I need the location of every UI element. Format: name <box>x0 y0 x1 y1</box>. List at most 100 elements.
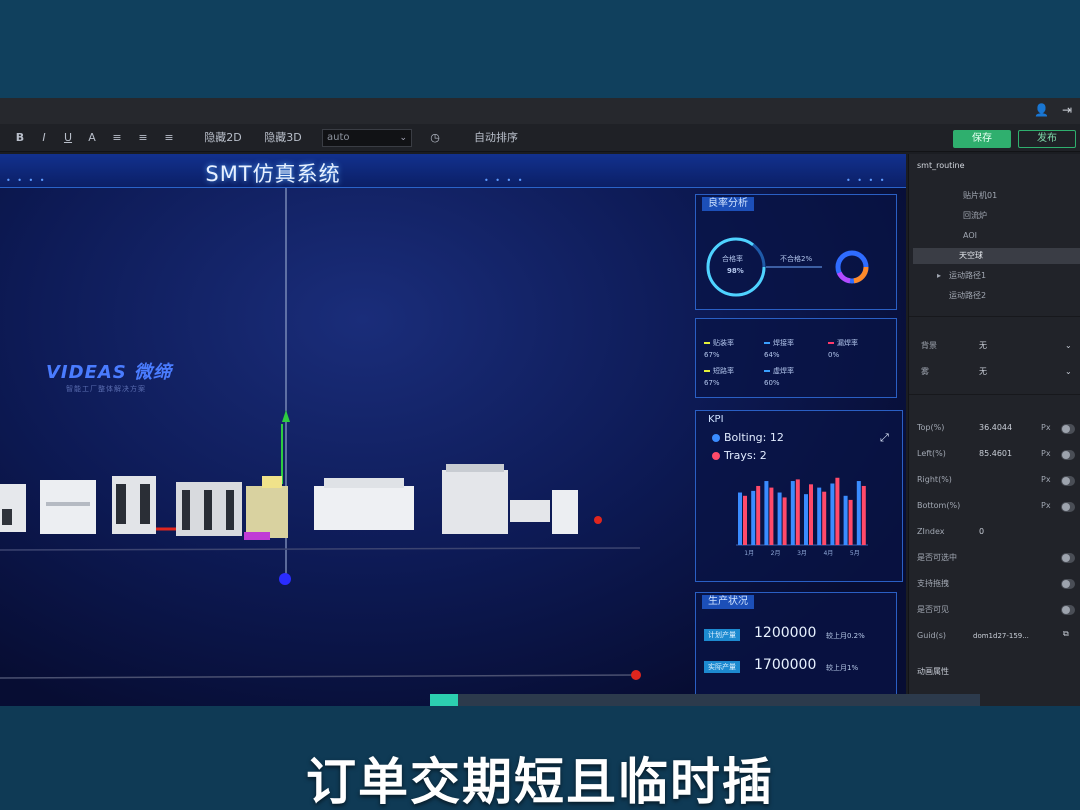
machine-unloader[interactable] <box>510 490 578 534</box>
visible-toggle[interactable] <box>1061 605 1075 615</box>
auto-layout-button[interactable]: 自动排序 <box>468 130 524 146</box>
save-button[interactable]: 保存 <box>953 130 1011 148</box>
font-color-button[interactable]: A <box>86 130 98 146</box>
machine-loader[interactable] <box>0 484 26 532</box>
machine-reflow-oven[interactable] <box>314 478 414 530</box>
zindex-input[interactable]: 0 <box>979 526 984 538</box>
chevron-down-icon: ⌄ <box>1065 367 1072 376</box>
background-select-value: 无 <box>979 341 987 350</box>
machine-spi[interactable] <box>112 476 156 534</box>
publish-button[interactable]: 发布 <box>1018 130 1076 148</box>
fog-select-value: 无 <box>979 367 987 376</box>
chart-tick-label: 4月 <box>823 550 833 557</box>
selectable-toggle[interactable] <box>1061 553 1075 563</box>
hide-3d-button[interactable]: 隐藏3D <box>260 130 306 146</box>
chart-bar <box>848 499 853 545</box>
machine-mounter-1[interactable] <box>176 482 242 536</box>
chart-bar <box>769 487 774 545</box>
chart-bar <box>751 490 756 545</box>
production-panel-title: 生产状况 <box>702 595 754 609</box>
machine-aoi[interactable] <box>442 464 508 534</box>
copy-icon[interactable]: ⧉ <box>1063 628 1069 640</box>
right-lock-toggle[interactable] <box>1061 476 1075 486</box>
tree-root[interactable]: smt_routine <box>917 160 965 172</box>
rate-swatch <box>764 370 770 372</box>
italic-button[interactable]: I <box>38 130 50 146</box>
chart-bar <box>756 485 761 545</box>
rate-label: 贴装率 <box>713 339 734 347</box>
top-unit[interactable]: Px <box>1041 422 1051 434</box>
tree-expand-icon[interactable]: ▸ <box>937 270 941 282</box>
tree-item[interactable]: 运动路径1 <box>949 270 986 282</box>
align-center-icon[interactable]: ≡ <box>136 130 150 146</box>
chart-bar <box>738 492 742 545</box>
hide-2d-button[interactable]: 隐藏2D <box>200 130 246 146</box>
guid-label: Guid(s) <box>917 631 946 640</box>
tree-item[interactable]: 回流炉 <box>963 210 987 222</box>
chart-bar <box>809 484 813 545</box>
chevron-down-icon: ⌄ <box>399 133 407 143</box>
top-background-band <box>0 0 1080 98</box>
app-window: 👤 ⇥ B I U A ≡ ≡ ≡ 隐藏2D 隐藏3D auto ⌄ ◷ 自动排… <box>0 98 1080 706</box>
chart-bar <box>764 481 769 545</box>
chart-bar <box>861 485 866 545</box>
machine-mounter-selected[interactable] <box>244 476 288 540</box>
background-select[interactable]: 无 ⌄ <box>975 338 1077 354</box>
chart-bar <box>830 483 835 545</box>
align-right-icon[interactable]: ≡ <box>162 130 176 146</box>
rate-swatch <box>704 370 710 372</box>
production-row-label: 实际产量 <box>704 661 740 673</box>
underline-button[interactable]: U <box>62 130 74 146</box>
bottom-label: Bottom(%) <box>917 501 961 510</box>
user-icon[interactable]: 👤 <box>1034 103 1049 117</box>
header-decoration-far-right: • • • • <box>846 176 887 185</box>
yield-panel: 良率分析 合格率 98% 不合格2% <box>695 194 897 310</box>
chevron-down-icon: ⌄ <box>1065 341 1072 350</box>
left-input[interactable]: 85.4601 <box>979 448 1012 460</box>
bottom-unit[interactable]: Px <box>1041 500 1051 512</box>
rate-item: 贴装率 67% <box>704 339 764 363</box>
top-input[interactable]: 36.4044 <box>979 422 1012 434</box>
production-row-value: 1700000 <box>754 657 817 673</box>
bold-button[interactable]: B <box>14 130 26 146</box>
left-unit[interactable]: Px <box>1041 448 1051 460</box>
rate-label: 虚焊率 <box>773 367 794 375</box>
tree-item-selected[interactable]: 天空球 <box>913 248 1080 264</box>
right-unit[interactable]: Px <box>1041 474 1051 486</box>
background-label: 背景 <box>921 341 937 350</box>
chart-bar <box>856 481 861 545</box>
rate-swatch <box>704 342 710 344</box>
top-lock-toggle[interactable] <box>1061 424 1075 434</box>
tree-item[interactable]: AOI <box>963 230 977 242</box>
bottom-lock-toggle[interactable] <box>1061 502 1075 512</box>
x-axis-handle-icon <box>631 670 641 680</box>
rates-panel: 贴装率 67% 焊接率 64% 漏焊率 0% 短路率 67% 虚焊率 60% <box>695 318 897 398</box>
yield-side-label: 不合格2% <box>780 255 813 263</box>
production-row: 计划产量 1200000 较上月0.2% <box>704 625 892 645</box>
rate-label: 漏焊率 <box>837 339 858 347</box>
machine-printer[interactable] <box>40 480 96 534</box>
rate-value: 64% <box>764 351 780 359</box>
logout-icon[interactable]: ⇥ <box>1060 103 1074 117</box>
line-end-marker-icon <box>594 516 602 524</box>
rate-value: 67% <box>704 379 720 387</box>
y-axis-arrow-icon <box>282 410 290 422</box>
animation-section-title[interactable]: 动画属性 <box>917 666 949 678</box>
view-select-value: auto <box>327 132 350 143</box>
tree-item[interactable]: 贴片机01 <box>963 190 997 202</box>
right-label: Right(%) <box>917 475 952 484</box>
clock-icon[interactable]: ◷ <box>428 130 442 146</box>
tree-item[interactable]: 运动路径2 <box>949 290 986 302</box>
align-left-icon[interactable]: ≡ <box>110 130 124 146</box>
chart-bar <box>804 494 808 545</box>
fog-select[interactable]: 无 ⌄ <box>975 364 1077 380</box>
left-lock-toggle[interactable] <box>1061 450 1075 460</box>
yield-gauge <box>706 237 869 297</box>
view-select[interactable]: auto ⌄ <box>322 129 412 147</box>
scene-canvas[interactable]: • • • • SMT仿真系统 • • • • • • • • VIDEAS 微… <box>0 154 906 706</box>
production-row-note: 较上月0.2% <box>826 632 865 640</box>
rate-value: 67% <box>704 351 720 359</box>
draggable-toggle[interactable] <box>1061 579 1075 589</box>
floor-line-bottom <box>0 674 641 679</box>
fog-label: 雾 <box>921 367 929 376</box>
